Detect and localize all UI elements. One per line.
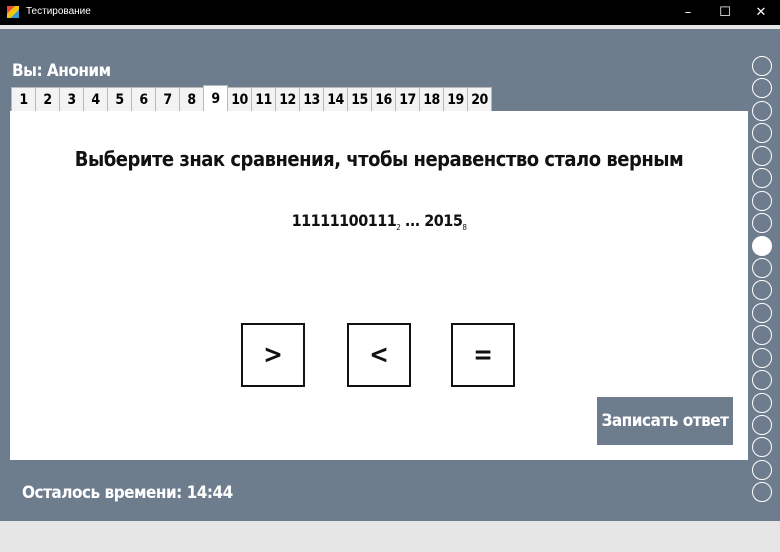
progress-dot — [752, 280, 772, 301]
tab-question-1[interactable]: 1 — [11, 87, 36, 111]
progress-dot — [752, 190, 772, 211]
tab-question-3[interactable]: 3 — [59, 87, 84, 111]
tab-question-17[interactable]: 17 — [395, 87, 420, 111]
progress-dot — [752, 100, 772, 121]
window-title: Тестирование — [26, 6, 91, 17]
progress-dot — [752, 325, 772, 346]
progress-dot — [752, 123, 772, 144]
submit-answer-button[interactable]: Записать ответ — [597, 397, 733, 445]
expression: 111111001112 ... 20158 — [10, 211, 748, 232]
tab-question-8[interactable]: 8 — [179, 87, 204, 111]
timer-label: Осталось времени: 14:44 — [22, 483, 233, 503]
tab-question-15[interactable]: 15 — [347, 87, 372, 111]
tab-question-20[interactable]: 20 — [467, 87, 492, 111]
progress-dot — [752, 56, 772, 76]
tab-question-18[interactable]: 18 — [419, 87, 444, 111]
minimize-button[interactable]: – — [670, 0, 706, 25]
tab-question-7[interactable]: 7 — [155, 87, 180, 111]
progress-dot — [752, 213, 772, 234]
progress-dot — [752, 482, 772, 503]
progress-indicator — [752, 56, 774, 505]
progress-dot — [752, 168, 772, 189]
left-base: 2 — [396, 223, 401, 233]
progress-dot — [752, 437, 772, 458]
question-panel: Выберите знак сравнения, чтобы неравенст… — [10, 111, 748, 460]
app-icon — [7, 6, 19, 18]
progress-dot — [752, 392, 772, 413]
tab-question-16[interactable]: 16 — [371, 87, 396, 111]
tab-question-4[interactable]: 4 — [83, 87, 108, 111]
right-number: 2015 — [424, 211, 463, 230]
tab-question-2[interactable]: 2 — [35, 87, 60, 111]
tab-question-10[interactable]: 10 — [227, 87, 252, 111]
question-tabs: 1 2 3 4 5 6 7 8 9 10 11 12 13 14 15 16 17 18 19 20 — [11, 85, 492, 111]
close-button[interactable]: ✕ — [743, 0, 779, 25]
progress-dot — [752, 235, 772, 256]
tab-question-9[interactable]: 9 — [203, 85, 228, 111]
right-base: 8 — [462, 223, 467, 233]
progress-dot — [752, 257, 772, 278]
progress-dot — [752, 370, 772, 391]
ellipsis: ... — [404, 211, 420, 230]
equals-button[interactable]: = — [451, 323, 515, 387]
progress-dot — [752, 459, 772, 480]
tab-question-6[interactable]: 6 — [131, 87, 156, 111]
question-text: Выберите знак сравнения, чтобы неравенст… — [74, 147, 684, 171]
progress-dot — [752, 415, 772, 435]
progress-dot — [752, 78, 772, 99]
user-label: Вы: Аноним — [12, 61, 111, 81]
left-number: 11111100111 — [291, 211, 397, 230]
tab-question-13[interactable]: 13 — [299, 87, 324, 111]
tab-question-5[interactable]: 5 — [107, 87, 132, 111]
tab-question-11[interactable]: 11 — [251, 87, 276, 111]
greater-than-button[interactable]: > — [241, 323, 305, 387]
progress-dot — [752, 347, 772, 368]
tab-question-19[interactable]: 19 — [443, 87, 468, 111]
less-than-button[interactable]: < — [347, 323, 411, 387]
progress-dot — [752, 302, 772, 323]
main-window: Вы: Аноним 1 2 3 4 5 6 7 8 9 10 11 12 13 14 15 16 17 18 19… — [0, 29, 780, 521]
tab-question-14[interactable]: 14 — [323, 87, 348, 111]
tab-question-12[interactable]: 12 — [275, 87, 300, 111]
progress-dot — [752, 145, 772, 166]
maximize-button[interactable]: ☐ — [707, 0, 743, 25]
title-bar: Тестирование – ☐ ✕ — [0, 0, 780, 25]
